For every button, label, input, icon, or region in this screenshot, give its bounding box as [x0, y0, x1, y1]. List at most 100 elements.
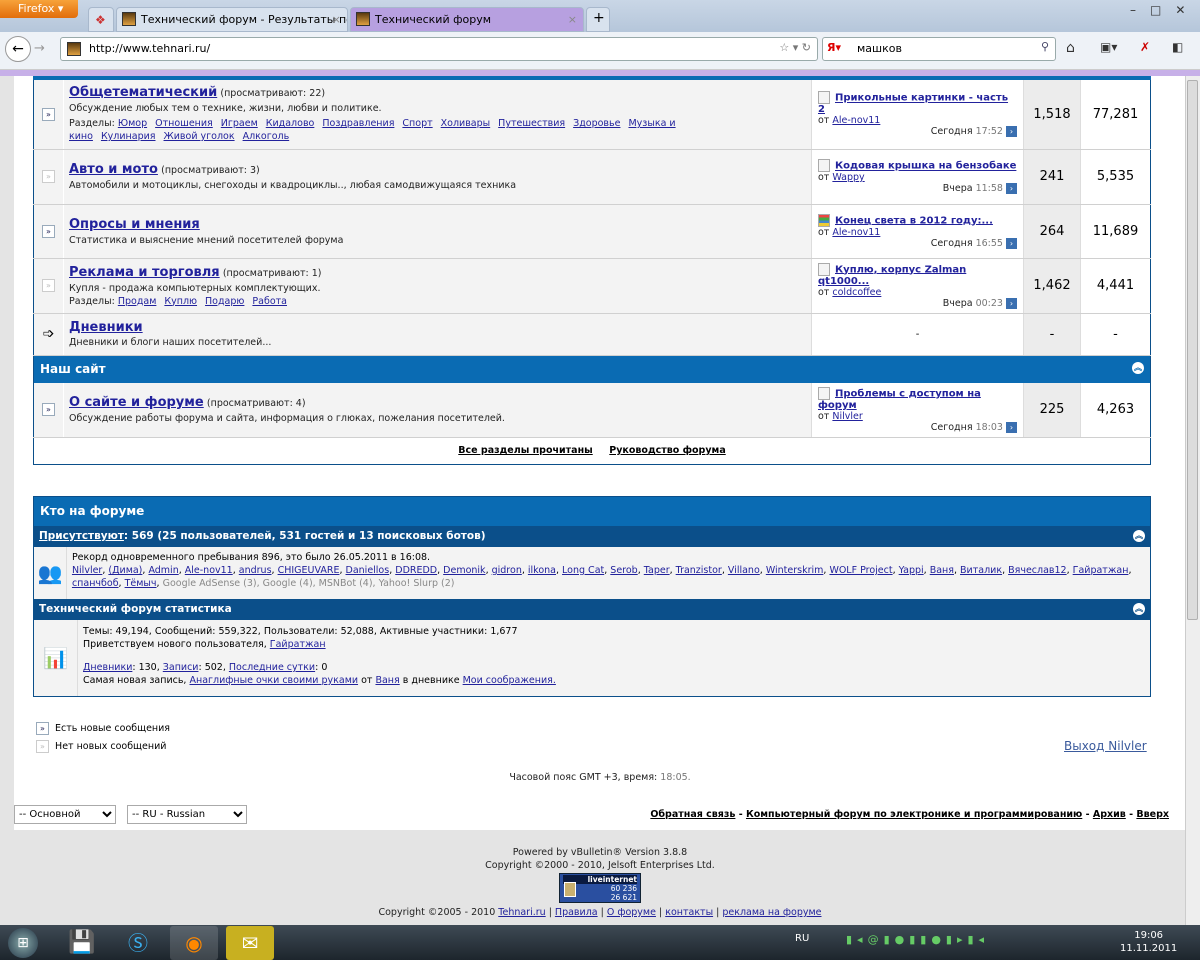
new-tab-button[interactable]: +	[586, 7, 610, 32]
diaries-link[interactable]: Дневники	[83, 662, 132, 673]
close-tab-icon[interactable]: ×	[332, 13, 341, 26]
subforum-link[interactable]: Живой уголок	[164, 131, 235, 142]
subforum-link[interactable]: Поздравления	[322, 118, 394, 129]
mark-read-link[interactable]: Все разделы прочитаны	[458, 445, 592, 456]
tray-icons[interactable]: ▮◂@▮●▮▮●▮▸▮◂	[846, 933, 989, 946]
feedback-link[interactable]: Обратная связь	[650, 809, 735, 820]
top-link[interactable]: Вверх	[1136, 809, 1169, 820]
online-user-link[interactable]: Тёмыч	[125, 578, 157, 589]
online-user-link[interactable]: WOLF Project	[829, 565, 892, 576]
start-button[interactable]: ⊞	[8, 928, 38, 958]
online-user-link[interactable]: CHIGEUVARE	[278, 565, 340, 576]
forum-link[interactable]: Общетематический	[69, 85, 217, 100]
subforum-link[interactable]: Играем	[221, 118, 258, 129]
subforum-link[interactable]: Холивары	[441, 118, 491, 129]
scrollbar-thumb[interactable]	[1187, 80, 1198, 620]
subforum-link[interactable]: Продам	[118, 296, 157, 307]
subforum-link[interactable]: Куплю	[164, 296, 197, 307]
save-app-icon[interactable]: 💾	[58, 926, 106, 960]
language-indicator[interactable]: RU	[795, 933, 809, 944]
style-select[interactable]: -- Основной	[14, 805, 116, 824]
archive-link[interactable]: Архив	[1093, 809, 1126, 820]
online-user-link[interactable]: Villano	[728, 565, 760, 576]
pinned-tab[interactable]: ❖	[88, 7, 114, 32]
firefox-icon[interactable]: ◉	[170, 926, 218, 960]
online-user-link[interactable]: Nilvler	[72, 565, 102, 576]
newest-entry-link[interactable]: Анаглифные очки своими руками	[190, 675, 359, 686]
user-link[interactable]: coldcoffee	[832, 287, 881, 298]
goto-last-post-icon[interactable]: ›	[1006, 421, 1017, 433]
language-select[interactable]: -- RU - Russian	[127, 805, 247, 824]
clock[interactable]: 19:06 11.11.2011	[1120, 929, 1177, 955]
subforum-link[interactable]: Здоровье	[573, 118, 620, 129]
forum-link[interactable]: Опросы и мнения	[69, 217, 200, 232]
subforum-link[interactable]: Работа	[252, 296, 287, 307]
last-day-link[interactable]: Последние сутки	[229, 662, 315, 673]
home-icon[interactable]: ⌂	[1066, 40, 1075, 56]
bookmarks-icon[interactable]: ▣▾	[1100, 40, 1117, 54]
online-user-link[interactable]: Taper	[644, 565, 670, 576]
online-user-link[interactable]: Ale-nov11	[185, 565, 233, 576]
online-user-link[interactable]: Admin	[148, 565, 178, 576]
online-user-link[interactable]: Serob	[610, 565, 637, 576]
bookmark-star-reload-icon[interactable]: ☆ ▾ ↻	[779, 41, 811, 54]
advertising-link[interactable]: реклама на форуме	[722, 907, 821, 918]
online-user-link[interactable]: andrus	[239, 565, 272, 576]
online-user-link[interactable]: Yappi	[899, 565, 924, 576]
online-user-link[interactable]: ilkona	[528, 565, 556, 576]
subforum-link[interactable]: Отношения	[155, 118, 213, 129]
liveinternet-counter[interactable]: liveinternet 60 236 26 621	[559, 873, 641, 903]
rules-link[interactable]: Правила	[555, 907, 598, 918]
skype-icon[interactable]: Ⓢ	[114, 926, 162, 960]
forum-link[interactable]: Дневники	[69, 320, 143, 335]
mail-icon[interactable]: ✉	[226, 926, 274, 960]
last-post-link[interactable]: Конец света в 2012 году:...	[835, 215, 993, 226]
site-link[interactable]: Tehnari.ru	[498, 907, 545, 918]
user-link[interactable]: Nilvler	[832, 411, 862, 422]
author-link[interactable]: Ваня	[375, 675, 399, 686]
diary-link[interactable]: Мои соображения.	[463, 675, 556, 686]
goto-last-post-icon[interactable]: ›	[1006, 126, 1017, 138]
subforum-link[interactable]: Кулинария	[101, 131, 156, 142]
goto-last-post-icon[interactable]: ›	[1006, 237, 1017, 249]
tab-active-forum[interactable]: Технический форум ×	[350, 7, 584, 32]
last-post-link[interactable]: Куплю, корпус Zalman qt1000...	[818, 264, 966, 287]
last-post-link[interactable]: Проблемы с доступом на форум	[818, 388, 981, 411]
user-link[interactable]: Wappy	[832, 172, 864, 183]
online-user-link[interactable]: спанчбоб	[72, 578, 119, 589]
user-link[interactable]: Ale-nov11	[832, 227, 880, 238]
tab-search-results[interactable]: Технический форум - Результаты поиска×	[116, 7, 348, 32]
last-post-link[interactable]: Прикольные картинки - часть 2	[818, 93, 1008, 116]
present-link[interactable]: Присутствуют	[39, 530, 124, 542]
collapse-icon[interactable]: ︽	[1133, 530, 1145, 542]
online-user-link[interactable]: Long Cat	[562, 565, 604, 576]
subforum-link[interactable]: Юмор	[118, 118, 147, 129]
window-controls[interactable]: –□✕	[1130, 3, 1199, 17]
collapse-icon[interactable]: ︽	[1132, 362, 1144, 375]
new-user-link[interactable]: Гайратжан	[270, 639, 326, 650]
about-link[interactable]: О форуме	[607, 907, 656, 918]
online-user-link[interactable]: Виталик	[960, 565, 1002, 576]
last-post-link[interactable]: Кодовая крышка на бензобаке	[835, 161, 1016, 172]
search-input[interactable]: Я▾ машков ⚲	[822, 37, 1056, 61]
back-button[interactable]: ←	[5, 36, 31, 62]
online-user-link[interactable]: Ваня	[930, 565, 954, 576]
forum-link[interactable]: Реклама и торговля	[69, 265, 220, 280]
goto-last-post-icon[interactable]: ›	[1006, 297, 1017, 309]
collapse-icon[interactable]: ︽	[1133, 603, 1145, 615]
user-link[interactable]: Ale-nov11	[832, 115, 880, 126]
addon-icon-2[interactable]: ◧	[1172, 40, 1183, 54]
subforum-link[interactable]: Спорт	[402, 118, 432, 129]
online-user-link[interactable]: Winterskrim	[766, 565, 824, 576]
addon-icon[interactable]: ✗	[1140, 40, 1150, 54]
online-user-link[interactable]: (Дима)	[108, 565, 142, 576]
subforum-link[interactable]: Алкоголь	[243, 131, 290, 142]
logout-link[interactable]: Выход Nilvler	[1064, 739, 1147, 753]
forum-guide-link[interactable]: Руководство форума	[609, 445, 725, 456]
online-user-link[interactable]: Daniellos	[346, 565, 390, 576]
subforum-link[interactable]: Подарю	[205, 296, 244, 307]
forum-link[interactable]: Авто и мото	[69, 162, 158, 177]
close-tab-icon[interactable]: ×	[568, 13, 577, 26]
online-user-link[interactable]: Tranzistor	[676, 565, 722, 576]
url-bar[interactable]: http://www.tehnari.ru/ ☆ ▾ ↻	[60, 37, 818, 61]
